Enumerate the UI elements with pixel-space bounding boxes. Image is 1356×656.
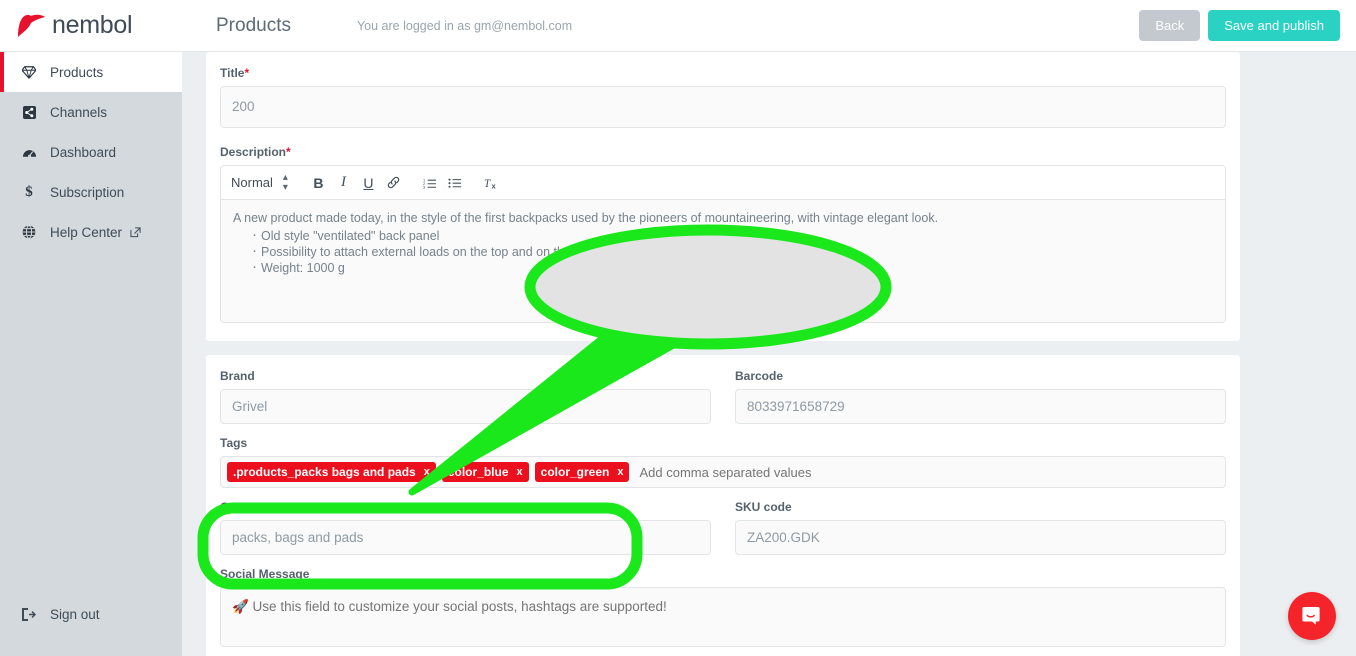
row-brand-barcode: Brand Barcode — [220, 369, 1226, 436]
top-bar-actions: Back Save and publish — [1139, 10, 1340, 41]
title-label-text: Title — [220, 66, 245, 80]
sku-code-input[interactable] — [735, 520, 1226, 555]
clear-format-icon[interactable]: Tx — [480, 170, 505, 195]
field-barcode: Barcode — [735, 369, 1226, 436]
sidebar-item-label: Help Center — [50, 224, 123, 240]
tags-input-wrapper[interactable]: .products_packs bags and pads x color_bl… — [220, 456, 1226, 488]
barcode-label: Barcode — [735, 369, 784, 383]
sku-code-label: SKU code — [735, 500, 792, 514]
field-brand: Brand — [220, 369, 711, 424]
field-category: Category — [220, 500, 711, 555]
field-sku-code: SKU code — [735, 500, 1226, 567]
sidebar-item-help-center[interactable]: Help Center — [0, 212, 182, 252]
callout-line-3: in Shopify — [673, 306, 747, 324]
underline-button[interactable]: U — [356, 170, 381, 195]
tag-label: .products_packs bags and pads — [233, 465, 416, 479]
row-category-sku: Category SKU code — [220, 500, 1226, 567]
tag-chip: color_green x — [534, 462, 630, 482]
brand-logo[interactable]: nembol — [0, 0, 182, 52]
callout-line-2: populated from “Product type” — [600, 283, 820, 301]
description-label: Description* — [220, 145, 1226, 159]
sidebar-nav: Products Channels Dashboard $ Subscripti… — [0, 52, 182, 252]
editor-toolbar: Normal ▴ ▾ B I U 123 T x — [221, 166, 1225, 200]
format-select-value: Normal — [231, 175, 273, 190]
product-form-scroll[interactable]: Title* Description* Normal ▴▾ — [182, 52, 1356, 656]
sidebar-item-channels[interactable]: Channels — [0, 92, 182, 132]
title-label: Title* — [220, 66, 1226, 80]
field-social-message: Social Message — [220, 567, 1226, 652]
social-message-input[interactable] — [220, 587, 1226, 647]
brand-input[interactable] — [220, 389, 711, 424]
social-message-label: Social Message — [220, 567, 310, 581]
brand-label: Brand — [220, 369, 255, 383]
svg-text:3: 3 — [423, 184, 425, 188]
speedometer-icon — [16, 146, 42, 159]
title-input[interactable] — [220, 86, 1226, 128]
sidebar-item-label: Dashboard — [50, 144, 117, 160]
share-icon — [16, 105, 42, 119]
svg-text:x: x — [492, 181, 497, 189]
barcode-input[interactable] — [735, 389, 1226, 424]
sidebar-item-products[interactable]: Products — [0, 52, 182, 92]
italic-button[interactable]: I — [331, 170, 356, 195]
ordered-list-icon[interactable]: 123 — [418, 170, 443, 195]
app-root: nembol Products Channels Dashboard $ Sub… — [0, 0, 1356, 656]
sign-out-icon — [16, 607, 42, 621]
sidebar-item-label: Subscription — [50, 184, 125, 200]
tag-chip: .products_packs bags and pads x — [227, 462, 436, 482]
tag-label: color_green — [540, 465, 610, 479]
chevron-updown-icon: ▴ ▾ — [282, 171, 288, 193]
tag-chip: color_blue x — [441, 462, 529, 482]
description-paragraph: A new product made today, in the style o… — [233, 211, 939, 225]
sidebar-item-label: Channels — [50, 104, 108, 120]
main-area: Products You are logged in as gm@nembol.… — [182, 0, 1356, 656]
bullet-list-icon[interactable] — [443, 170, 468, 195]
svg-text:T: T — [484, 177, 491, 189]
tag-label: color_blue — [447, 465, 509, 479]
page-title: Products — [216, 14, 291, 36]
sidebar: nembol Products Channels Dashboard $ Sub… — [0, 0, 182, 656]
tags-input[interactable] — [635, 462, 1219, 482]
sidebar-item-subscription[interactable]: $ Subscription — [0, 172, 182, 212]
field-tags: Tags .products_packs bags and pads x col… — [220, 436, 1226, 488]
brand-name: nembol — [52, 11, 133, 39]
back-button[interactable]: Back — [1139, 10, 1201, 41]
description-label-text: Description — [220, 145, 287, 159]
nembol-logo-icon — [18, 14, 45, 37]
remove-tag-icon[interactable]: x — [424, 466, 430, 478]
format-select[interactable]: Normal ▴ ▾ — [231, 171, 288, 193]
field-title: Title* — [220, 66, 1226, 133]
save-and-publish-button[interactable]: Save and publish — [1208, 10, 1340, 41]
external-link-icon — [130, 226, 141, 238]
remove-tag-icon[interactable]: x — [617, 466, 623, 478]
required-marker: * — [286, 145, 291, 159]
bold-button[interactable]: B — [306, 170, 331, 195]
category-input[interactable] — [220, 520, 711, 555]
sidebar-item-dashboard[interactable]: Dashboard — [0, 132, 182, 172]
sign-out-button[interactable]: Sign out — [0, 594, 182, 634]
category-label: Category — [220, 500, 273, 514]
intercom-launcher-button[interactable] — [1288, 592, 1336, 640]
remove-tag-icon[interactable]: x — [517, 466, 523, 478]
globe-icon — [16, 225, 42, 239]
intercom-chat-icon — [1302, 607, 1320, 625]
callout-line-1: The “Category” field is — [628, 260, 792, 278]
tags-label: Tags — [220, 436, 248, 450]
dollar-icon: $ — [25, 183, 33, 200]
required-marker: * — [244, 66, 250, 80]
callout-text-block: The “Category” field is populated from “… — [560, 258, 860, 327]
top-bar: Products You are logged in as gm@nembol.… — [182, 0, 1356, 52]
card-attributes: Brand Barcode Tags .products_packs bags … — [206, 355, 1240, 656]
link-icon[interactable] — [381, 170, 406, 195]
list-item: Old style "ventilated" back panel — [252, 227, 1213, 244]
sign-out-label: Sign out — [50, 606, 100, 622]
sidebar-item-label: Products — [50, 64, 104, 80]
diamond-icon — [16, 65, 42, 79]
login-status-text: You are logged in as gm@nembol.com — [356, 18, 573, 33]
